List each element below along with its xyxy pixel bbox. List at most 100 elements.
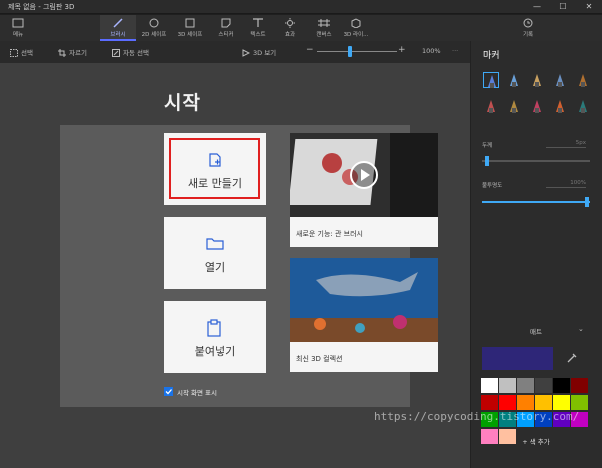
add-color-button[interactable]: + 색 추가 [470,436,602,446]
opacity-label: 불투명도 [482,183,503,189]
magic-select-icon [112,49,120,57]
shapes-2d-icon [149,18,159,28]
color-swatch[interactable] [499,395,516,410]
tool-stickers[interactable]: 스티커 [208,15,244,41]
brush-type-icon[interactable] [483,98,499,114]
folder-icon [206,238,224,250]
crop-icon [58,49,66,57]
brush-type-icon[interactable] [575,72,591,88]
opacity-slider-track[interactable] [482,201,590,203]
brush-type-icon[interactable] [506,72,522,88]
maximize-button[interactable]: ☐ [550,0,576,14]
magic-select-button[interactable]: 자동 선택 [112,47,149,57]
show-on-start-label: 시작 화면 표시 [177,389,218,397]
brush-type-icon[interactable] [506,98,522,114]
tool-label: 2D 셰이프 [141,32,167,38]
color-swatch[interactable] [535,395,552,410]
brush-icon [113,18,123,28]
matte-dropdown[interactable]: 매트 [480,326,592,336]
library-icon [351,18,361,28]
minimize-button[interactable]: — [524,0,550,14]
zoom-percent: 100% [422,47,441,55]
new-file-icon [209,153,221,167]
open-label: 열기 [204,261,226,274]
tool-canvas[interactable]: 캔버스 [306,15,342,41]
selected-color-preview[interactable] [482,347,553,370]
tool-3d-shapes[interactable]: 3D 셰이프 [172,15,208,41]
color-swatch[interactable] [481,378,498,393]
menu-button[interactable]: 메뉴 [0,15,36,41]
tool-2d-shapes[interactable]: 2D 셰이프 [136,15,172,41]
view-3d-button[interactable]: 3D 보기 [242,47,276,57]
start-title: 시작 [164,92,201,114]
history-label: 기록 [522,32,534,38]
tool-effects[interactable]: 효과 [272,15,308,41]
tool-label: 3D 라이... [343,32,369,38]
checkmark-icon [165,389,172,395]
tool-3d-library[interactable]: 3D 라이... [338,15,374,41]
magic-select-label: 자동 선택 [123,49,149,57]
sun-icon [285,18,295,28]
color-swatch[interactable] [571,378,588,393]
tool-label: 텍스트 [250,32,266,38]
select-label: 선택 [21,49,33,57]
zoom-out-button[interactable]: − [306,45,314,55]
color-swatch[interactable] [535,378,552,393]
chevron-down-icon[interactable]: ⌄ [578,325,584,333]
eyedropper-icon[interactable] [566,352,578,364]
thickness-slider-thumb[interactable] [485,156,489,166]
canvas-icon [318,19,330,27]
brush-type-icon[interactable] [575,98,591,114]
close-button[interactable]: ✕ [576,0,602,14]
tool-label: 3D 셰이프 [177,32,203,38]
thickness-value[interactable]: 5px [546,140,586,148]
paste-button[interactable]: 붙여넣기 [164,301,266,373]
tool-label: 브러시 [110,32,126,38]
cube-icon [185,18,195,28]
brush-type-icon[interactable] [529,98,545,114]
color-swatch[interactable] [499,378,516,393]
open-button[interactable]: 열기 [164,217,266,289]
brush-type-icon[interactable] [552,72,568,88]
brush-type-icon[interactable] [552,98,568,114]
color-swatch[interactable] [571,395,588,410]
menu-label: 메뉴 [12,32,24,38]
crop-label: 자르기 [69,49,87,57]
feature-video-card[interactable]: 새로운 기능: 관 브러시 [290,133,438,247]
zoom-slider-thumb[interactable] [348,46,352,57]
paste-label: 붙여넣기 [194,345,236,358]
view-3d-label: 3D 보기 [253,49,277,57]
color-swatch[interactable] [517,395,534,410]
select-button[interactable]: 선택 [10,47,33,57]
opacity-value[interactable]: 100% [546,180,586,188]
thickness-label: 두께 [482,143,493,149]
zoom-slider-track[interactable] [317,51,397,52]
ribbon: 메뉴 브러시 2D 셰이프 3D 셰이프 스티커 텍스트 효과 캔버스 3D 라… [0,15,602,41]
video-caption: 새로운 기능: 관 브러시 [296,230,363,238]
opacity-slider-thumb[interactable] [585,197,589,207]
color-swatch[interactable] [553,395,570,410]
history-icon [523,18,533,28]
zoom-in-button[interactable]: + [398,45,406,55]
show-on-start-checkbox[interactable] [164,387,173,396]
color-swatch[interactable] [517,378,534,393]
tool-brushes[interactable]: 브러시 [100,15,136,41]
brush-type-icon[interactable] [483,72,499,88]
collection-caption: 최신 3D 컬렉션 [296,355,343,363]
color-swatch[interactable] [553,378,570,393]
color-swatch[interactable] [481,395,498,410]
crop-button[interactable]: 자르기 [58,47,87,57]
canvas-toolbar: 선택 자르기 자동 선택 3D 보기 − + 100% ··· [0,41,470,63]
more-options-button[interactable]: ··· [452,47,458,55]
view-3d-icon [242,49,251,57]
collection-card[interactable]: 최신 3D 컬렉션 [290,258,438,372]
play-icon[interactable] [349,160,379,190]
tool-label: 스티커 [218,32,234,38]
thickness-slider-track[interactable] [482,160,590,162]
new-button[interactable]: 새로 만들기 [164,133,266,205]
select-icon [10,49,18,57]
brush-type-icon[interactable] [529,72,545,88]
tool-text[interactable]: 텍스트 [240,15,276,41]
history-button[interactable]: 기록 [510,15,546,41]
window-title: 제목 없음 - 그림판 3D [8,3,75,11]
